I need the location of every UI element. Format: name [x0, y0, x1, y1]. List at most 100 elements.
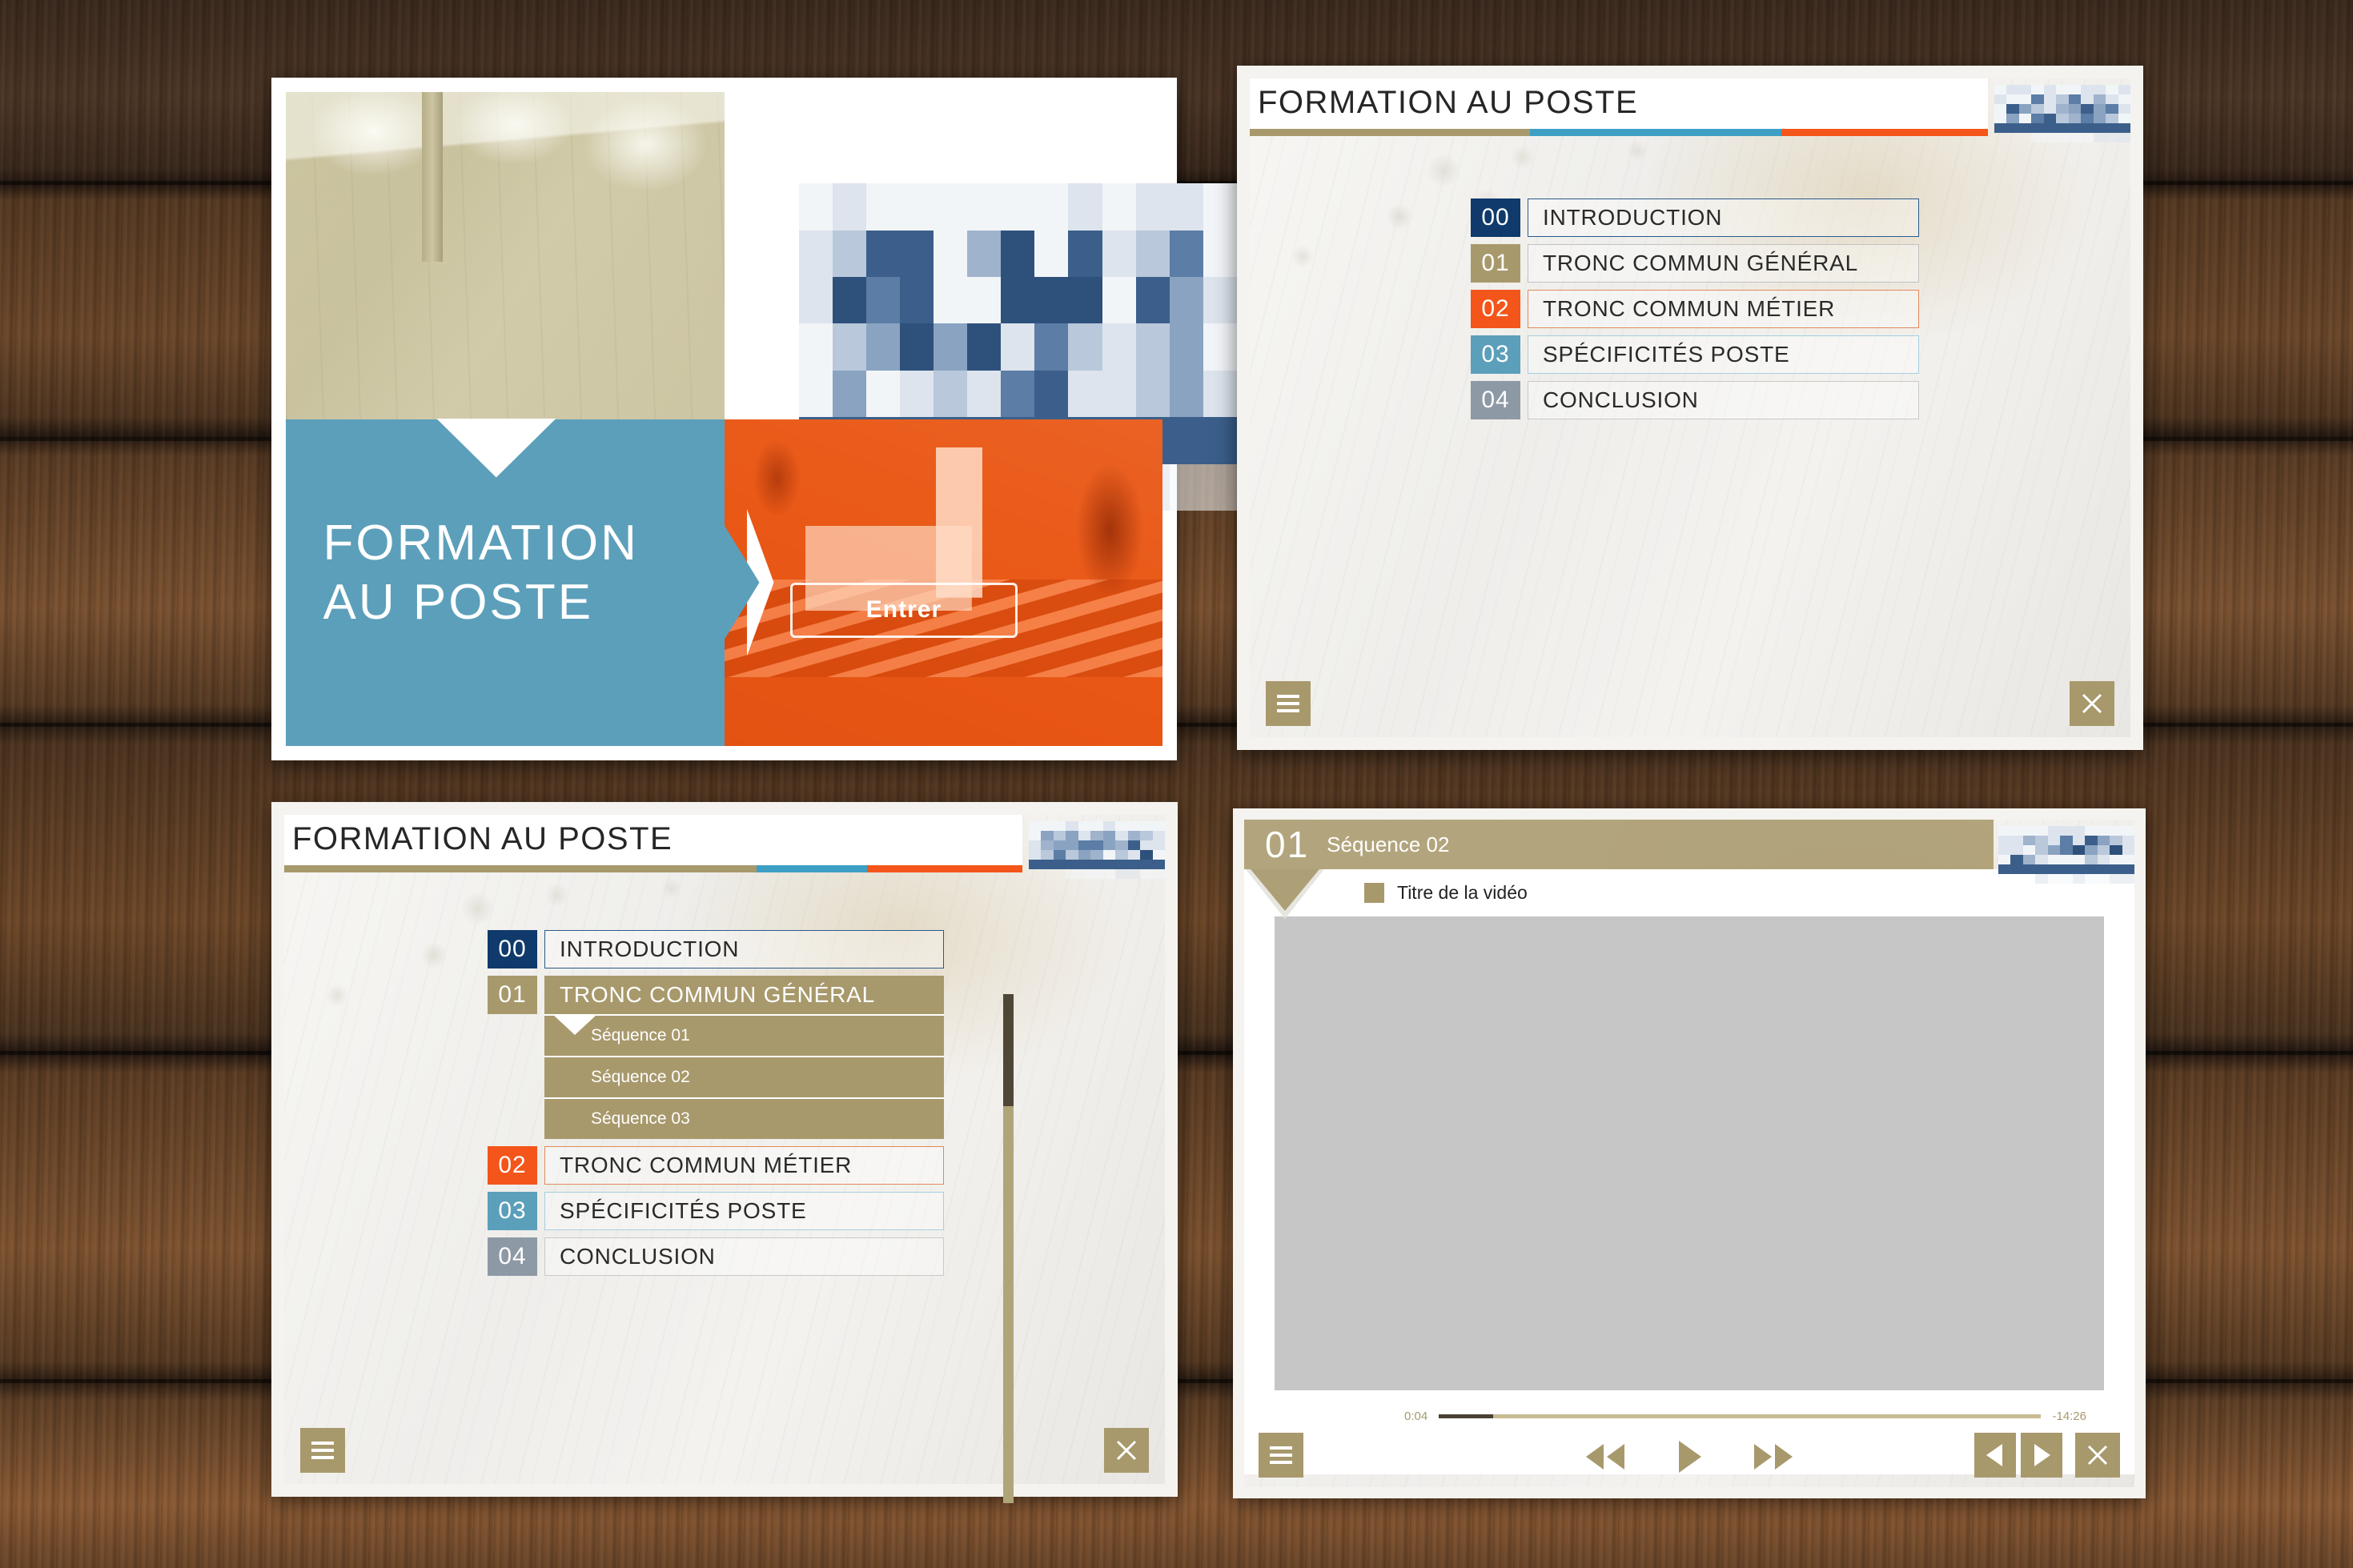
progress-segment — [757, 865, 868, 872]
menu-button[interactable] — [1266, 681, 1311, 726]
logo-pixel — [2097, 874, 2110, 884]
logo-pixel — [1203, 370, 1238, 418]
logo-pixel — [2047, 845, 2061, 855]
chapter-menu-item[interactable]: 03 SPÉCIFICITÉS POSTE — [488, 1192, 944, 1230]
logo-pixel — [1001, 183, 1035, 231]
logo-pixel — [2031, 85, 2044, 94]
logo-pixel — [1152, 850, 1165, 860]
close-button[interactable] — [1104, 1428, 1149, 1473]
fast-forward-button[interactable] — [1753, 1441, 1794, 1473]
chapter-menu-item[interactable]: 03 SPÉCIFICITÉS POSTE — [1471, 335, 1919, 374]
logo-pixel — [2060, 826, 2073, 836]
chapter-menu-list: 00 INTRODUCTION 01 TRONC COMMUN GÉNÉRAL 02 TR… — [1471, 199, 1919, 419]
next-button[interactable] — [2021, 1433, 2062, 1478]
chapter-menu-item[interactable]: 04 CONCLUSION — [1471, 381, 1919, 419]
menu-button[interactable] — [300, 1428, 345, 1473]
close-button[interactable] — [2075, 1433, 2120, 1478]
logo-pixel — [1140, 860, 1153, 869]
chapter-number-badge: 04 — [1471, 381, 1520, 419]
chapter-label: INTRODUCTION — [544, 930, 944, 968]
logo-pixel — [1041, 860, 1054, 869]
sequence-label: Séquence 03 — [544, 1097, 944, 1139]
logo-pixel — [2031, 114, 2044, 123]
logo-pixel — [2106, 133, 2118, 142]
logo-pixel — [2072, 864, 2086, 874]
chapter-menu-item[interactable]: 04 CONCLUSION — [488, 1237, 944, 1276]
logo-pixel — [1135, 277, 1170, 324]
logo-pixel — [2118, 114, 2130, 123]
video-slide: 01 Séquence 02 Titre de la vidéo 0:04 -1… — [1233, 808, 2146, 1498]
chapter-menu-item[interactable]: 02 TRONC COMMUN MÉTIER — [1471, 290, 1919, 328]
logo-pixel — [2010, 836, 2023, 845]
logo-pixel — [967, 370, 1002, 418]
logo-pixel — [798, 370, 833, 418]
play-button[interactable] — [1676, 1439, 1703, 1474]
logo-pixel — [1041, 831, 1054, 840]
logo-pixel — [1102, 277, 1136, 324]
logo-pixel — [2022, 864, 2036, 874]
logo-pixel — [2072, 845, 2086, 855]
progress-segment — [867, 865, 1022, 872]
logo-pixel — [967, 323, 1002, 371]
logo-cell — [724, 92, 1238, 511]
logo-pixel — [1041, 840, 1054, 850]
logo-pixel — [798, 230, 833, 278]
logo-pixel — [2060, 874, 2073, 884]
logo-pixel — [2022, 855, 2036, 864]
sequence-item[interactable]: Séquence 02 — [544, 1056, 944, 1097]
logo-pixel — [1090, 831, 1103, 840]
remaining-time: -14:26 — [2052, 1410, 2086, 1423]
scrollbar-thumb[interactable] — [1003, 994, 1014, 1106]
logo-pixel — [899, 230, 934, 278]
logo-pixel — [1152, 831, 1165, 840]
logo-pixel — [2035, 864, 2048, 874]
logo-pixel — [934, 277, 968, 324]
chapter-label: CONCLUSION — [544, 1237, 944, 1276]
logo-pixel — [1066, 860, 1078, 869]
chapter-label: SPÉCIFICITÉS POSTE — [544, 1192, 944, 1230]
progress-bar[interactable] — [1439, 1414, 2042, 1418]
chapter-menu-item[interactable]: 02 TRONC COMMUN MÉTIER — [488, 1146, 944, 1185]
logo-pixel — [1135, 370, 1170, 418]
logo-pixel — [1102, 323, 1136, 371]
logo-pixel — [1203, 183, 1238, 231]
logo-pixel — [2018, 104, 2032, 114]
logo-pixel — [1066, 840, 1078, 850]
logo-pixel — [1135, 323, 1170, 371]
fast-forward-icon — [1754, 1444, 1793, 1470]
logo-pixel — [1001, 230, 1035, 278]
logo-pixel — [832, 370, 866, 418]
logo-pixel — [1115, 840, 1128, 850]
logo-pixel — [1998, 845, 2011, 855]
logo-pixel — [1090, 821, 1103, 831]
enter-button[interactable]: Entrer — [789, 582, 1018, 639]
close-button[interactable] — [2070, 681, 2114, 726]
logo-pixel — [1994, 94, 2007, 104]
rewind-button[interactable] — [1584, 1441, 1626, 1473]
logo-pixel — [832, 323, 866, 371]
chapter-menu-item[interactable]: 01 TRONC COMMUN GÉNÉRAL — [488, 976, 944, 1014]
logo-pixel — [2019, 133, 2031, 142]
chapter-menu-item[interactable]: 01 TRONC COMMUN GÉNÉRAL — [1471, 244, 1919, 283]
logo-pixel — [1034, 230, 1069, 278]
sequence-item[interactable]: Séquence 01 — [544, 1014, 944, 1056]
previous-button[interactable] — [1974, 1433, 2016, 1478]
logo-pixel — [1090, 869, 1103, 879]
sequence-item[interactable]: Séquence 03 — [544, 1097, 944, 1139]
video-player-surface[interactable] — [1275, 916, 2104, 1390]
logo-pixel — [2122, 864, 2134, 874]
logo-pixel — [1998, 855, 2011, 864]
logo-pixel — [2056, 85, 2069, 94]
logo-pixel — [1169, 370, 1203, 418]
logo-pixel — [1078, 860, 1091, 869]
progress-color-bar — [1250, 129, 1988, 136]
logo-pixel — [1066, 831, 1078, 840]
logo-pixel — [899, 323, 934, 371]
chapter-menu-item[interactable]: 00 INTRODUCTION — [488, 930, 944, 968]
logo-pixel — [1102, 831, 1116, 840]
chapter-menu-item[interactable]: 00 INTRODUCTION — [1471, 199, 1919, 237]
menu-button[interactable] — [1259, 1433, 1303, 1478]
logo-pixel — [2072, 836, 2086, 845]
progress-segment — [1781, 129, 1988, 136]
scrollbar[interactable] — [1003, 994, 1014, 1503]
